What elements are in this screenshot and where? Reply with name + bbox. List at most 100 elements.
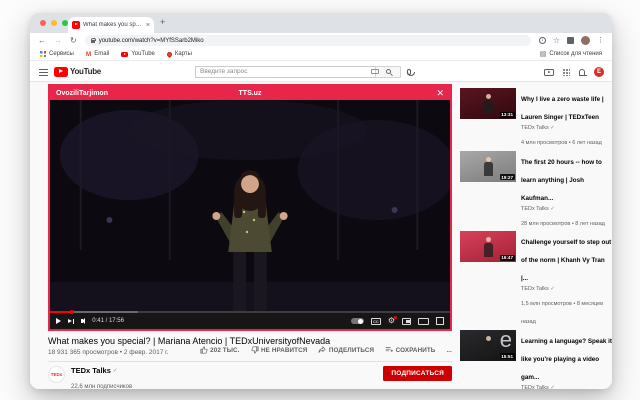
tab-close-icon[interactable]: × <box>146 22 150 29</box>
recommended-channel: TEDx Talks ✓ <box>521 205 555 212</box>
reload-button[interactable]: ↻ <box>70 36 77 45</box>
progress-knob[interactable] <box>70 310 74 314</box>
fullscreen-icon[interactable] <box>436 317 444 325</box>
bookmark-maps[interactable]: Карты <box>165 50 192 58</box>
recommended-video-item[interactable]: 15:51 Learning a language? Speak it like… <box>460 327 612 390</box>
bookmark-email[interactable]: M Email <box>86 51 109 58</box>
dislike-label: НЕ НРАВИТСЯ <box>261 346 308 354</box>
verified-badge-icon: ✓ <box>550 384 555 390</box>
create-video-icon[interactable] <box>544 68 554 76</box>
dislike-button[interactable]: НЕ НРАВИТСЯ <box>251 346 308 354</box>
volume-icon[interactable] <box>81 318 86 324</box>
theater-mode-icon[interactable] <box>418 317 429 325</box>
progress-bar[interactable] <box>50 310 450 314</box>
recommended-video-item[interactable]: 19:27 The first 20 hours -- how to learn… <box>460 150 612 230</box>
bookmark-label: YouTube <box>131 51 155 57</box>
subscribe-button[interactable]: ПОДПИСАТЬСЯ <box>383 366 452 381</box>
tts-close-icon[interactable]: ✕ <box>324 88 444 99</box>
miniplayer-icon[interactable] <box>402 317 411 325</box>
speaker-figure <box>484 336 493 358</box>
video-thumbnail[interactable]: 16:47 <box>460 231 516 262</box>
account-avatar[interactable]: E <box>594 67 604 77</box>
youtube-logo[interactable]: YouTube <box>54 66 101 77</box>
search-input[interactable] <box>195 65 375 78</box>
save-button[interactable]: СОХРАНИТЬ <box>385 346 435 354</box>
play-button[interactable] <box>56 318 61 324</box>
youtube-header: YouTube E <box>30 62 612 82</box>
duration-badge: 16:47 <box>499 254 515 261</box>
hamburger-menu-icon[interactable] <box>39 69 48 76</box>
reading-list-icon: ▤ <box>539 51 547 58</box>
reading-list-label: Список для чтения <box>549 51 602 57</box>
reading-list-button[interactable]: ▤ Список для чтения <box>540 50 602 58</box>
lock-icon <box>90 37 97 43</box>
video-thumbnail[interactable]: 19:27 <box>460 150 516 182</box>
back-button[interactable]: ← <box>38 36 46 45</box>
video-player[interactable]: OvoziliTarjimon TTS.uz ✕ 0:41 / 17:56 CC… <box>48 84 452 331</box>
tts-left-label[interactable]: OvoziliTarjimon <box>56 90 176 97</box>
speaker-scene <box>50 100 450 311</box>
recommended-video-item[interactable]: 13:31 Why I live a zero waste life | Lau… <box>460 88 612 149</box>
bookmark-label: Карты <box>174 51 192 57</box>
new-tab-button[interactable]: + <box>160 18 165 27</box>
next-video-button[interactable] <box>68 319 74 324</box>
youtube-apps-icon[interactable] <box>563 68 570 76</box>
recommended-video-title: Challenge yourself to step out of the no… <box>521 239 612 282</box>
settings-gear-icon[interactable]: ⚙ <box>388 316 397 325</box>
tts-overlay-bar: OvoziliTarjimon TTS.uz ✕ <box>50 86 450 100</box>
video-thumbnail[interactable]: 15:51 <box>460 327 516 361</box>
browser-menu-icon[interactable]: ⋮ <box>597 37 604 44</box>
youtube-logo-text: YouTube <box>70 67 101 76</box>
minimize-window-button[interactable] <box>51 20 57 26</box>
download-icon[interactable] <box>538 37 546 44</box>
speaker-figure <box>484 237 493 259</box>
video-thumbnail[interactable]: 13:31 <box>460 88 516 119</box>
address-bar[interactable]: youtube.com/watch?v=MYfSSarb2Miko <box>84 35 531 46</box>
youtube-play-icon <box>54 66 68 77</box>
close-window-button[interactable] <box>40 20 46 26</box>
mic-icon[interactable] <box>406 68 415 76</box>
keyboard-icon[interactable] <box>371 69 379 74</box>
recommended-list: 13:31 Why I live a zero waste life | Lau… <box>460 88 612 389</box>
bookmark-label: Сервисы <box>49 51 74 57</box>
channel-name[interactable]: TEDx Talks ✓ <box>71 366 132 375</box>
thumbs-down-icon <box>251 346 259 354</box>
apps-grid-icon <box>40 51 46 57</box>
bookmarks-bar: Сервисы M Email YouTube Карты ▤ Список д… <box>30 48 612 61</box>
share-button[interactable]: ПОДЕЛИТЬСЯ <box>318 346 374 354</box>
header-right-icons: E <box>544 67 604 77</box>
bookmark-label: Email <box>94 51 110 57</box>
recommended-video-title: The first 20 hours -- how to learn anyth… <box>521 158 602 202</box>
window-controls[interactable] <box>40 20 68 26</box>
forward-button[interactable]: → <box>54 36 62 45</box>
channel-row: TEDx TEDx Talks ✓ 22,6 млн подписчиков П… <box>48 366 452 389</box>
extensions-icon[interactable] <box>567 37 574 44</box>
video-views-date: 18 931 365 просмотров • 2 февр. 2017 г. <box>48 349 169 356</box>
bookmark-services[interactable]: Сервисы <box>40 51 74 57</box>
divider <box>48 361 452 362</box>
toolbar-right: ☆ ⋮ <box>538 36 604 45</box>
time-display: 0:41 / 17:56 <box>92 318 124 324</box>
like-button[interactable]: 202 ТЫС. <box>200 346 240 354</box>
captions-icon[interactable]: CC <box>370 317 381 325</box>
playlist-add-icon <box>385 347 394 352</box>
duration-badge: 15:51 <box>499 353 515 359</box>
more-actions-button[interactable]: ... <box>446 347 452 354</box>
like-count: 202 ТЫС. <box>210 346 240 354</box>
video-actions: 202 ТЫС. НЕ НРАВИТСЯ ПОДЕЛИТЬСЯ СОХРАНИТ… <box>200 346 452 354</box>
youtube-favicon-icon <box>72 21 80 29</box>
video-frame[interactable] <box>50 100 450 311</box>
notifications-bell-icon[interactable] <box>578 69 587 76</box>
verified-badge-icon: ✓ <box>550 286 555 292</box>
channel-avatar[interactable]: TEDx <box>48 366 65 383</box>
bookmark-youtube[interactable]: YouTube <box>121 51 155 57</box>
share-arrow-icon <box>318 346 327 353</box>
autoplay-toggle[interactable] <box>350 318 364 324</box>
recommended-video-item[interactable]: 16:47 Challenge yourself to step out of … <box>460 231 612 328</box>
bookmark-star-icon[interactable]: ☆ <box>553 36 560 45</box>
browser-tab[interactable]: What makes you special? | Ма... × <box>68 17 154 33</box>
share-label: ПОДЕЛИТЬСЯ <box>328 346 375 354</box>
browser-profile-avatar[interactable] <box>581 36 590 45</box>
recommended-channel: TEDx Talks ✓ <box>521 286 555 292</box>
maps-pin-icon <box>165 50 173 58</box>
